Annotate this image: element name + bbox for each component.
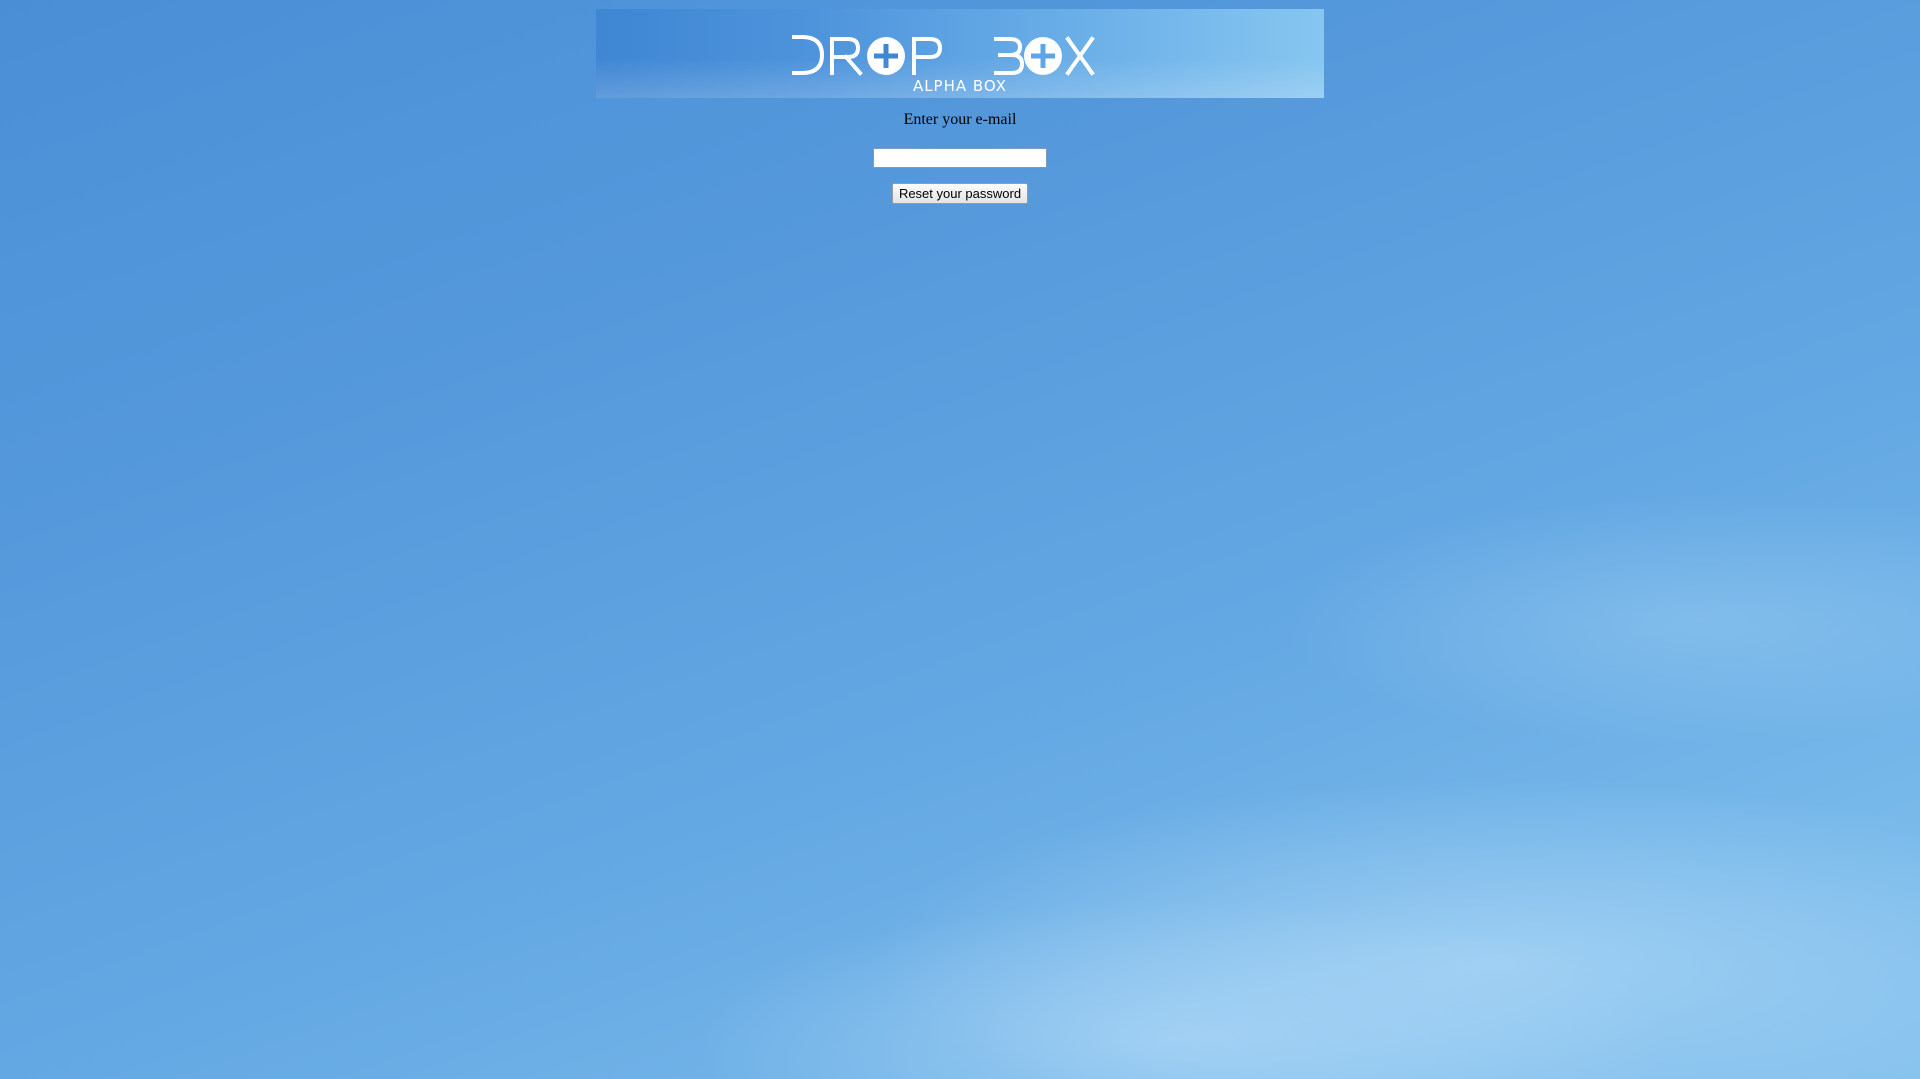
site-logo <box>596 31 1324 79</box>
logo-subtitle: ALPHA BOX <box>912 77 1008 95</box>
dropbox-logo-icon <box>792 35 1095 76</box>
reset-password-button[interactable]: Reset your password <box>891 183 1029 204</box>
reset-password-form: Enter your e-mail Reset your password <box>0 110 1920 204</box>
header-banner: ALPHA BOX <box>596 9 1324 98</box>
email-label: Enter your e-mail <box>903 111 1017 128</box>
email-input[interactable] <box>873 148 1047 168</box>
